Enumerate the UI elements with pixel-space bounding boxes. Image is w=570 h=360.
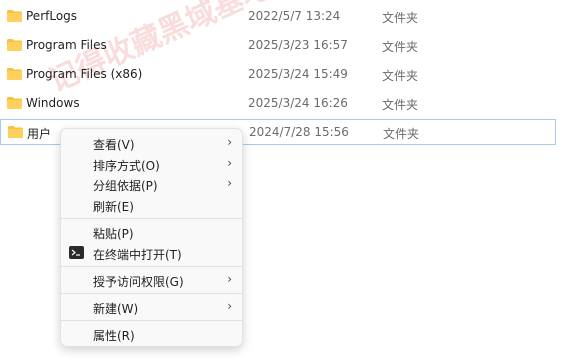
menu-item-label: 授予访问权限(G) <box>93 275 184 289</box>
menu-item-new[interactable]: 新建(W) › <box>65 296 238 318</box>
menu-item-properties[interactable]: 属性(R) <box>65 323 238 345</box>
file-name: Windows <box>26 96 80 110</box>
file-date: 2024/7/28 15:56 <box>249 125 349 139</box>
file-date: 2025/3/23 16:57 <box>248 38 348 52</box>
chevron-right-icon: › <box>227 299 232 313</box>
menu-separator <box>61 218 242 219</box>
file-name: Program Files (x86) <box>26 67 143 81</box>
file-date: 2025/3/24 15:49 <box>248 67 348 81</box>
file-name: PerfLogs <box>26 9 78 23</box>
menu-item-label: 新建(W) <box>93 302 139 316</box>
file-row-perflogs[interactable]: PerfLogs 2022/5/7 13:24 文件夹 <box>0 4 556 30</box>
chevron-right-icon: › <box>227 272 232 286</box>
file-type: 文件夹 <box>382 11 419 25</box>
menu-item-refresh[interactable]: 刷新(E) <box>65 194 238 216</box>
menu-separator <box>61 320 242 321</box>
file-type: 文件夹 <box>383 127 420 141</box>
folder-icon <box>8 126 23 138</box>
file-type: 文件夹 <box>382 40 419 54</box>
menu-item-label: 查看(V) <box>93 138 135 152</box>
file-name: 用户 <box>27 127 52 141</box>
file-date: 2025/3/24 16:26 <box>248 96 348 110</box>
folder-icon <box>7 39 22 51</box>
menu-item-open-in-terminal[interactable]: 在终端中打开(T) <box>65 242 238 264</box>
menu-item-view[interactable]: 查看(V) › <box>65 132 238 154</box>
menu-item-sort-by[interactable]: 排序方式(O) › <box>65 153 238 175</box>
chevron-right-icon: › <box>227 135 232 149</box>
context-menu: 查看(V) › 排序方式(O) › 分组依据(P) › 刷新(E) 粘贴(P) … <box>60 128 243 347</box>
chevron-right-icon: › <box>227 156 232 170</box>
menu-item-label: 在终端中打开(T) <box>93 248 182 262</box>
file-type: 文件夹 <box>382 69 419 83</box>
file-name: Program Files <box>26 38 107 52</box>
menu-separator <box>61 293 242 294</box>
menu-item-label: 粘贴(P) <box>93 227 134 241</box>
menu-separator <box>61 266 242 267</box>
menu-item-label: 分组依据(P) <box>93 179 158 193</box>
chevron-right-icon: › <box>227 176 232 190</box>
terminal-icon <box>69 246 84 259</box>
folder-icon <box>7 68 22 80</box>
folder-icon <box>7 10 22 22</box>
menu-item-paste[interactable]: 粘贴(P) <box>65 221 238 243</box>
file-date: 2022/5/7 13:24 <box>248 9 341 23</box>
file-row-windows[interactable]: Windows 2025/3/24 16:26 文件夹 <box>0 91 556 117</box>
menu-item-group-by[interactable]: 分组依据(P) › <box>65 173 238 195</box>
file-row-program-files[interactable]: Program Files 2025/3/23 16:57 文件夹 <box>0 33 556 59</box>
file-type: 文件夹 <box>382 98 419 112</box>
menu-item-label: 排序方式(O) <box>93 159 160 173</box>
menu-item-label: 属性(R) <box>93 329 135 343</box>
menu-item-label: 刷新(E) <box>93 200 134 214</box>
folder-icon <box>7 97 22 109</box>
menu-item-give-access[interactable]: 授予访问权限(G) › <box>65 269 238 291</box>
file-row-program-files-x86[interactable]: Program Files (x86) 2025/3/24 15:49 文件夹 <box>0 62 556 88</box>
